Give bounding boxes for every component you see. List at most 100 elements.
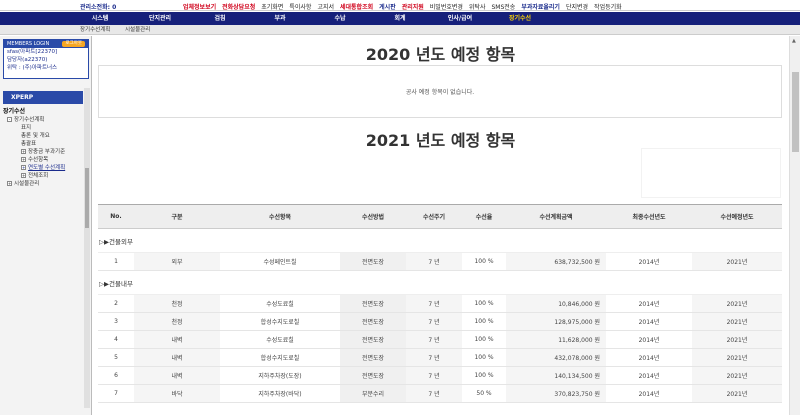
scroll-up-icon[interactable]: ▲ xyxy=(792,38,796,44)
tree-item-0[interactable]: 장기수선 xyxy=(3,108,83,116)
nav-item-5[interactable]: 회계 xyxy=(370,12,430,25)
top-link-9[interactable]: 위탁사 xyxy=(466,2,489,11)
cell-plan: 2021년 xyxy=(692,312,782,331)
main-nav: 시스템 단지관리 검침 부과 수납 회계 인사/급여 장기수선 xyxy=(0,12,800,25)
cell-method: 부분수리 xyxy=(340,384,406,403)
nav-item-7[interactable]: 장기수선 xyxy=(490,12,550,25)
cell-item: 수성도료칠 xyxy=(220,294,340,313)
xperp-banner[interactable]: XPERP xyxy=(3,91,83,104)
cell-cat: 내벽 xyxy=(134,348,220,367)
top-link-6[interactable]: 게시판 xyxy=(376,2,399,11)
tree-toggle-icon[interactable]: + xyxy=(21,157,26,162)
tree-item-label: 장기수선 xyxy=(3,108,26,115)
page-scrollbar[interactable]: ▲ xyxy=(789,36,800,415)
nav-item-3[interactable]: 부과 xyxy=(250,12,310,25)
tree-item-label: 장기수선계획 xyxy=(14,117,45,123)
table-row[interactable]: 4 내벽 수성도료칠 전면도장 7 년 100 % 11,628,000 원 2014년 202… xyxy=(98,330,782,349)
top-link-7[interactable]: 관리지원 xyxy=(399,2,427,11)
sidebar-scroll-thumb[interactable] xyxy=(85,168,89,228)
top-link-12[interactable]: 단지변경 xyxy=(563,2,591,11)
cell-last: 2014년 xyxy=(606,312,692,331)
cell-cycle: 7 년 xyxy=(406,330,462,349)
tree-item-3[interactable]: 총론 및 개요 xyxy=(3,132,83,140)
col-header-2: 수선항목 xyxy=(220,204,340,229)
cell-item: 합성수지도료칠 xyxy=(220,312,340,331)
top-link-8[interactable]: 비밀번호변경 xyxy=(427,2,466,11)
top-link-13[interactable]: 작업등기화 xyxy=(591,2,625,11)
cell-last: 2014년 xyxy=(606,366,692,385)
tree-item-label: 장충금 부과기준 xyxy=(28,149,66,155)
cell-item: 수성도료칠 xyxy=(220,330,340,349)
subnav-item-facility[interactable]: 시설물관리 xyxy=(125,25,150,35)
top-link-1[interactable]: 전화상담요청 xyxy=(219,2,258,11)
table-row[interactable]: 2 천정 수성도료칠 전면도장 7 년 100 % 10,846,000 원 2014년 202… xyxy=(98,294,782,313)
tree-item-label: 수선항목 xyxy=(28,157,49,163)
cell-rate: 50 % xyxy=(462,384,506,403)
cell-no: 5 xyxy=(98,348,134,367)
title-2020: 2020 년도 예정 항목 xyxy=(365,45,516,64)
top-link-10[interactable]: SMS전송 xyxy=(488,2,518,11)
tree-item-8[interactable]: + 전체조회 xyxy=(3,172,83,180)
nav-item-2[interactable]: 검침 xyxy=(190,12,250,25)
table-row[interactable]: 1 외부 수성페인트칠 전면도장 7 년 100 % 638,732,500 원 2014년 2… xyxy=(98,252,782,271)
subnav-item-plan[interactable]: 장기수선계획 xyxy=(80,25,110,35)
tree-toggle-icon[interactable]: + xyxy=(21,173,26,178)
group-label: ▷▶건물외부 xyxy=(98,228,782,253)
cell-method: 전면도장 xyxy=(340,294,406,313)
top-link-0[interactable]: 업체정보보기 xyxy=(180,2,219,11)
nav-item-0[interactable]: 시스템 xyxy=(70,12,130,25)
cell-cat: 천정 xyxy=(134,294,220,313)
top-link-4[interactable]: 고지서 xyxy=(314,2,337,11)
empty-message-box: 공사 예정 항목이 없습니다. xyxy=(98,65,782,118)
nav-item-6[interactable]: 인사/급여 xyxy=(430,12,490,25)
top-link-11[interactable]: 부과자료올리기 xyxy=(518,2,563,11)
cell-amount: 140,134,500 원 xyxy=(506,366,606,385)
page-scroll-thumb[interactable] xyxy=(792,72,799,152)
cell-method: 전면도장 xyxy=(340,252,406,271)
cell-no: 3 xyxy=(98,312,134,331)
cell-plan: 2021년 xyxy=(692,366,782,385)
table-row[interactable]: 7 바닥 지하주차장(바닥) 부분수리 7 년 50 % 370,823,750 원 2014… xyxy=(98,384,782,403)
tree-toggle-icon[interactable]: + xyxy=(7,181,12,186)
cell-amount: 432,078,000 원 xyxy=(506,348,606,367)
tree-item-5[interactable]: + 장충금 부과기준 xyxy=(3,148,83,156)
nav-item-4[interactable]: 수납 xyxy=(310,12,370,25)
sidebar: MEMBERS LOGIN 로그아웃 sfas(아파트[22370] 담당자(a… xyxy=(0,36,92,415)
tree-item-2[interactable]: 표지 xyxy=(3,124,83,132)
top-link-2[interactable]: 초기화면 xyxy=(258,2,286,11)
cell-cat: 바닥 xyxy=(134,384,220,403)
login-consignment: 위탁 : (주)아파트너스 xyxy=(7,65,58,71)
top-link-5[interactable]: 세대통합조회 xyxy=(337,2,376,11)
cell-method: 전면도장 xyxy=(340,330,406,349)
logout-button[interactable]: 로그아웃 xyxy=(62,41,85,47)
cell-no: 1 xyxy=(98,252,134,271)
cell-amount: 370,823,750 원 xyxy=(506,384,606,403)
cell-item: 지하주차장(도장) xyxy=(220,366,340,385)
tree-item-9[interactable]: + 시설물관리 xyxy=(3,180,83,188)
cell-no: 6 xyxy=(98,366,134,385)
cell-amount: 128,975,000 원 xyxy=(506,312,606,331)
nav-item-1[interactable]: 단지관리 xyxy=(130,12,190,25)
cell-last: 2014년 xyxy=(606,348,692,367)
tree-item-7[interactable]: + 연도별 수선계획 xyxy=(3,164,83,172)
cell-cat: 천정 xyxy=(134,312,220,331)
tree-item-6[interactable]: + 수선항목 xyxy=(3,156,83,164)
cell-last: 2014년 xyxy=(606,384,692,403)
tree-toggle-icon[interactable]: + xyxy=(21,165,26,170)
top-link-3[interactable]: 특이사항 xyxy=(286,2,314,11)
col-header-3: 수선방법 xyxy=(340,204,406,229)
tree-toggle-icon[interactable]: + xyxy=(21,149,26,154)
tree-item-1[interactable]: - 장기수선계획 xyxy=(3,116,83,124)
top-utility-bar: 관리소전화: 0 업체정보보기 전화상담요청 초기화면 특이사항 고지서 세대통합조회 게시… xyxy=(0,0,800,11)
sidebar-scrollbar[interactable] xyxy=(84,88,90,408)
cell-cat: 외부 xyxy=(134,252,220,271)
cell-cycle: 7 년 xyxy=(406,348,462,367)
tree-toggle-icon[interactable]: - xyxy=(7,117,12,122)
cell-plan: 2021년 xyxy=(692,348,782,367)
table-row[interactable]: 5 내벽 합성수지도료칠 전면도장 7 년 100 % 432,078,000 원 2014년… xyxy=(98,348,782,367)
nav-tree: 장기수선 - 장기수선계획 표지 총론 및 개요 총괄표 + 장충금 부과기준 + 수선항목 + 연도… xyxy=(3,108,83,188)
tree-item-4[interactable]: 총괄표 xyxy=(3,140,83,148)
table-row[interactable]: 3 천정 합성수지도료칠 전면도장 7 년 100 % 128,975,000 원 2014년… xyxy=(98,312,782,331)
table-row[interactable]: 6 내벽 지하주차장(도장) 전면도장 7 년 100 % 140,134,500 원 201… xyxy=(98,366,782,385)
cell-rate: 100 % xyxy=(462,366,506,385)
